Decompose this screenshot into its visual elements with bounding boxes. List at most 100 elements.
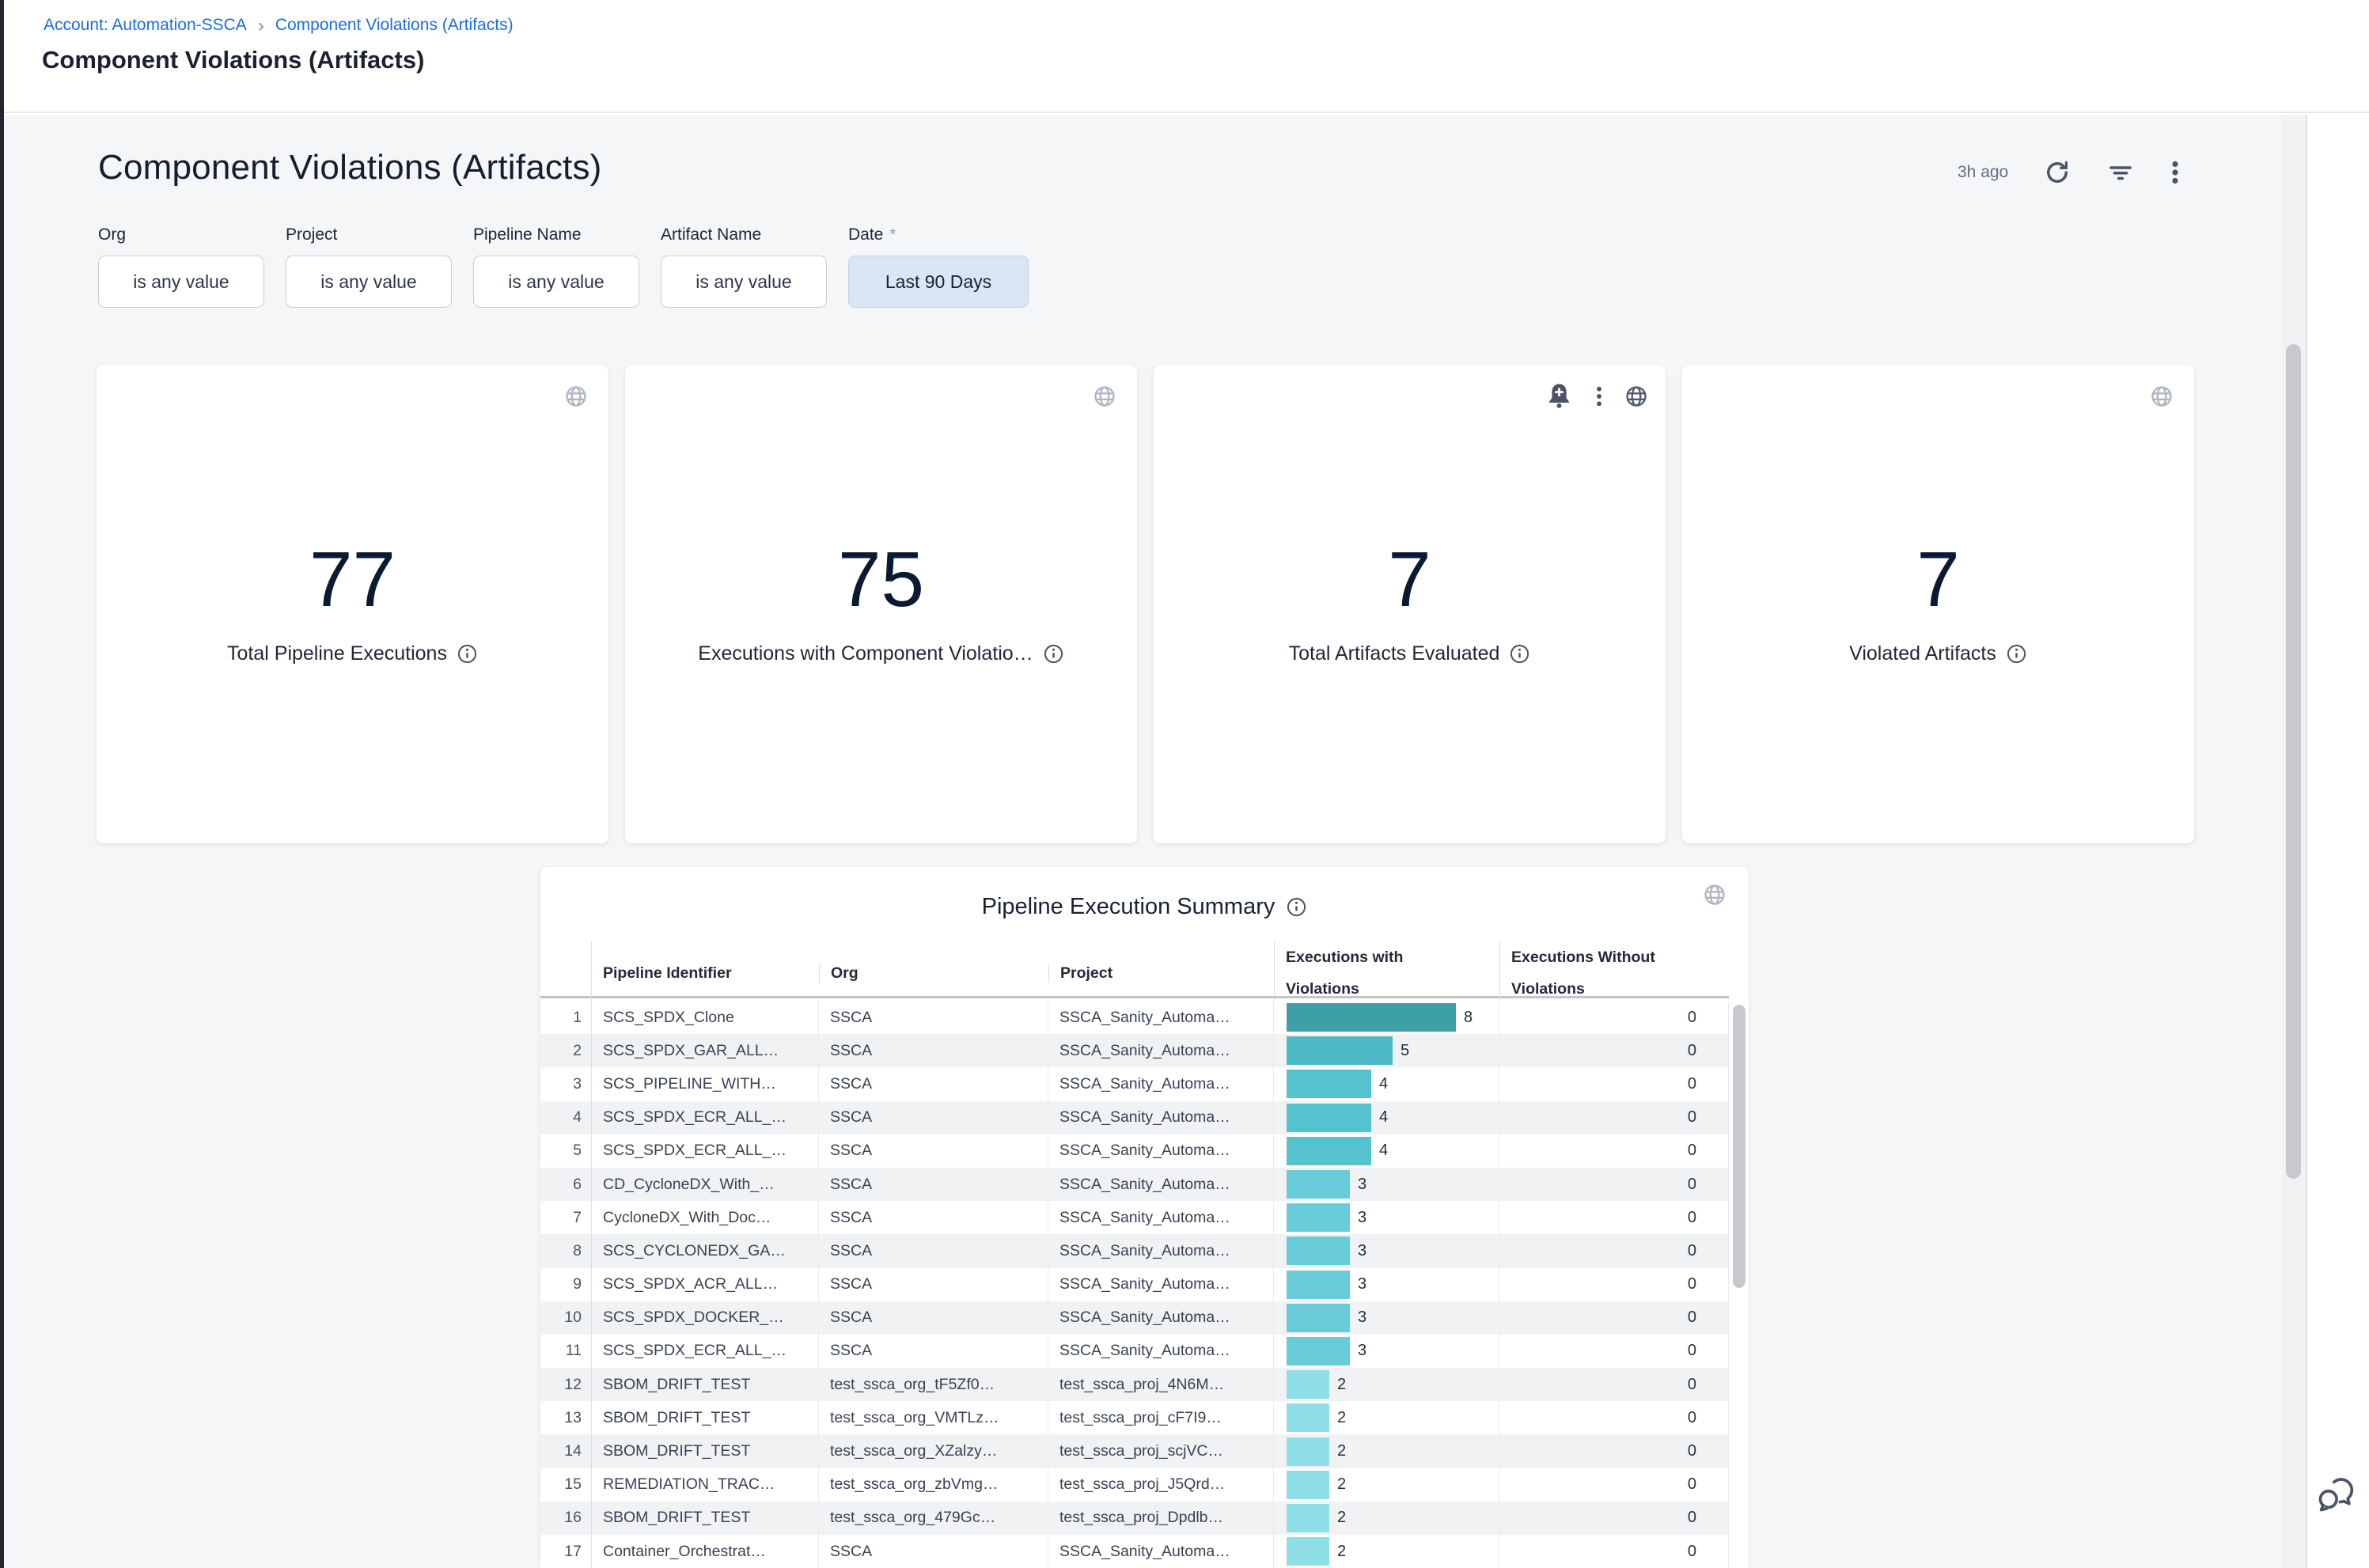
- table-row[interactable]: 9 SCS_SPDX_ACR_ALL… SSCA SSCA_Sanity_Aut…: [540, 1268, 1729, 1301]
- globe-icon[interactable]: [564, 384, 588, 408]
- tile-value: 75: [625, 541, 1137, 617]
- table-row[interactable]: 11 SCS_SPDX_ECR_ALL_… SSCA SSCA_Sanity_A…: [540, 1335, 1729, 1368]
- table-row[interactable]: 13 SBOM_DRIFT_TEST test_ssca_org_VMTLz… …: [540, 1401, 1729, 1434]
- table-row[interactable]: 12 SBOM_DRIFT_TEST test_ssca_org_tF5Zf0……: [540, 1368, 1729, 1401]
- cell-org: SSCA: [819, 1001, 1048, 1034]
- row-index: 13: [540, 1401, 592, 1434]
- cell-executions-with-violations: 3: [1274, 1168, 1499, 1201]
- violations-bar[interactable]: [1287, 1137, 1371, 1165]
- kebab-menu-icon[interactable]: [2170, 158, 2181, 187]
- table-row[interactable]: 4 SCS_SPDX_ECR_ALL_… SSCA SSCA_Sanity_Au…: [540, 1101, 1729, 1134]
- row-index: 5: [540, 1134, 592, 1168]
- violations-bar-value: 3: [1358, 1176, 1366, 1194]
- table-row[interactable]: 16 SBOM_DRIFT_TEST test_ssca_org_479Gc… …: [540, 1502, 1729, 1535]
- page-scrollbar-thumb[interactable]: [2286, 344, 2301, 1179]
- violations-bar[interactable]: [1287, 1537, 1329, 1566]
- table-row[interactable]: 7 CycloneDX_With_Doc… SSCA SSCA_Sanity_A…: [540, 1201, 1729, 1234]
- row-index: 3: [540, 1067, 592, 1100]
- globe-icon[interactable]: [1624, 384, 1648, 408]
- cell-org: test_ssca_org_zbVmg…: [819, 1468, 1048, 1502]
- refresh-icon[interactable]: [2043, 158, 2071, 187]
- row-index: 11: [540, 1335, 592, 1368]
- cell-project: test_ssca_proj_Dpdlb…: [1048, 1502, 1274, 1535]
- violations-bar[interactable]: [1287, 1237, 1350, 1265]
- cell-project: test_ssca_proj_4N6M…: [1048, 1368, 1274, 1401]
- alert-bell-icon[interactable]: [1545, 381, 1574, 411]
- filter-org-value[interactable]: is any value: [98, 256, 264, 308]
- violations-bar[interactable]: [1287, 1437, 1329, 1466]
- row-index: 4: [540, 1101, 592, 1134]
- violations-bar[interactable]: [1287, 1170, 1350, 1199]
- violations-bar-value: 4: [1379, 1075, 1388, 1093]
- info-icon[interactable]: [1286, 896, 1307, 918]
- filter-date-value[interactable]: Last 90 Days: [848, 256, 1029, 308]
- info-icon[interactable]: [457, 643, 478, 665]
- violations-bar[interactable]: [1287, 1036, 1393, 1065]
- globe-icon[interactable]: [1703, 883, 1727, 907]
- violations-bar[interactable]: [1287, 1070, 1371, 1098]
- column-header-org[interactable]: Org: [819, 964, 1048, 983]
- violations-bar[interactable]: [1287, 1504, 1329, 1532]
- cell-project: SSCA_Sanity_Automa…: [1048, 1535, 1274, 1568]
- column-header-executions-without[interactable]: Executions Without Violations: [1499, 941, 1729, 1005]
- table-row[interactable]: 6 CD_CycloneDX_With_… SSCA SSCA_Sanity_A…: [540, 1168, 1729, 1201]
- filter-project-value[interactable]: is any value: [286, 256, 452, 308]
- cell-project: SSCA_Sanity_Automa…: [1048, 1001, 1274, 1034]
- filter-icon[interactable]: [2106, 158, 2135, 187]
- last-refreshed-label: 3h ago: [1958, 163, 2008, 182]
- filter-pipeline-name-value[interactable]: is any value: [473, 256, 639, 308]
- filter-artifact-name-value[interactable]: is any value: [661, 256, 827, 308]
- cell-executions-with-violations: 5: [1274, 1034, 1499, 1067]
- row-index: 15: [540, 1468, 592, 1502]
- filter-bar: Org is any value Project is any value Pi…: [98, 225, 1029, 308]
- cell-org: test_ssca_org_479Gc…: [819, 1502, 1048, 1535]
- violations-bar-value: 2: [1337, 1475, 1346, 1494]
- column-header-pipeline[interactable]: Pipeline Identifier: [592, 964, 819, 983]
- cell-executions-with-violations: 2: [1274, 1535, 1499, 1568]
- cell-pipeline-identifier: SBOM_DRIFT_TEST: [592, 1368, 819, 1401]
- violations-bar[interactable]: [1287, 1403, 1329, 1432]
- tile-label: Violated Artifacts: [1849, 642, 1996, 665]
- info-icon[interactable]: [2006, 643, 2027, 665]
- table-row[interactable]: 2 SCS_SPDX_GAR_ALL… SSCA SSCA_Sanity_Aut…: [540, 1034, 1729, 1067]
- cell-executions-without-violations: 0: [1499, 1502, 1729, 1535]
- table-row[interactable]: 3 SCS_PIPELINE_WITH… SSCA SSCA_Sanity_Au…: [540, 1067, 1729, 1100]
- table-row[interactable]: 14 SBOM_DRIFT_TEST test_ssca_org_XZalzy……: [540, 1434, 1729, 1468]
- cell-executions-with-violations: 3: [1274, 1201, 1499, 1234]
- violations-bar[interactable]: [1287, 1370, 1329, 1399]
- violations-bar[interactable]: [1287, 1337, 1350, 1365]
- table-row[interactable]: 5 SCS_SPDX_ECR_ALL_… SSCA SSCA_Sanity_Au…: [540, 1134, 1729, 1168]
- column-header-executions-with[interactable]: Executions with Violations: [1274, 941, 1499, 1005]
- cell-pipeline-identifier: Container_Orchestrat…: [592, 1535, 819, 1568]
- violations-bar[interactable]: [1287, 1271, 1350, 1299]
- globe-icon[interactable]: [2150, 384, 2174, 408]
- violations-bar-value: 3: [1358, 1309, 1366, 1327]
- breadcrumb-account-link[interactable]: Account: Automation-SSCA: [44, 16, 247, 35]
- violations-bar[interactable]: [1287, 1203, 1350, 1232]
- info-icon[interactable]: [1043, 643, 1064, 665]
- row-index: 1: [540, 1001, 592, 1034]
- kebab-menu-icon[interactable]: [1594, 384, 1604, 409]
- table-row[interactable]: 15 REMEDIATION_TRAC… test_ssca_org_zbVmg…: [540, 1468, 1729, 1502]
- cell-org: SSCA: [819, 1067, 1048, 1100]
- cell-project: test_ssca_proj_cF7I9…: [1048, 1401, 1274, 1434]
- table-row[interactable]: 17 Container_Orchestrat… SSCA SSCA_Sanit…: [540, 1535, 1729, 1568]
- table-scrollbar-thumb[interactable]: [1733, 1005, 1745, 1288]
- violations-bar-value: 3: [1358, 1242, 1366, 1260]
- info-icon[interactable]: [1509, 643, 1530, 665]
- tile-total-pipeline-executions: 77 Total Pipeline Executions: [97, 365, 608, 843]
- breadcrumb-page-link[interactable]: Component Violations (Artifacts): [275, 16, 514, 35]
- violations-bar[interactable]: [1287, 1104, 1371, 1132]
- cell-executions-with-violations: 3: [1274, 1234, 1499, 1267]
- violations-bar[interactable]: [1287, 1471, 1329, 1499]
- chat-help-icon[interactable]: [2315, 1473, 2356, 1514]
- globe-icon[interactable]: [1093, 384, 1116, 408]
- cell-executions-without-violations: 0: [1499, 1335, 1729, 1368]
- row-index: 10: [540, 1301, 592, 1335]
- table-row[interactable]: 10 SCS_SPDX_DOCKER_… SSCA SSCA_Sanity_Au…: [540, 1301, 1729, 1335]
- violations-bar[interactable]: [1287, 1304, 1350, 1332]
- table-row[interactable]: 1 SCS_SPDX_Clone SSCA SSCA_Sanity_Automa…: [540, 1001, 1729, 1034]
- table-row[interactable]: 8 SCS_CYCLONEDX_GA… SSCA SSCA_Sanity_Aut…: [540, 1234, 1729, 1267]
- column-header-project[interactable]: Project: [1048, 964, 1274, 983]
- violations-bar[interactable]: [1287, 1003, 1456, 1032]
